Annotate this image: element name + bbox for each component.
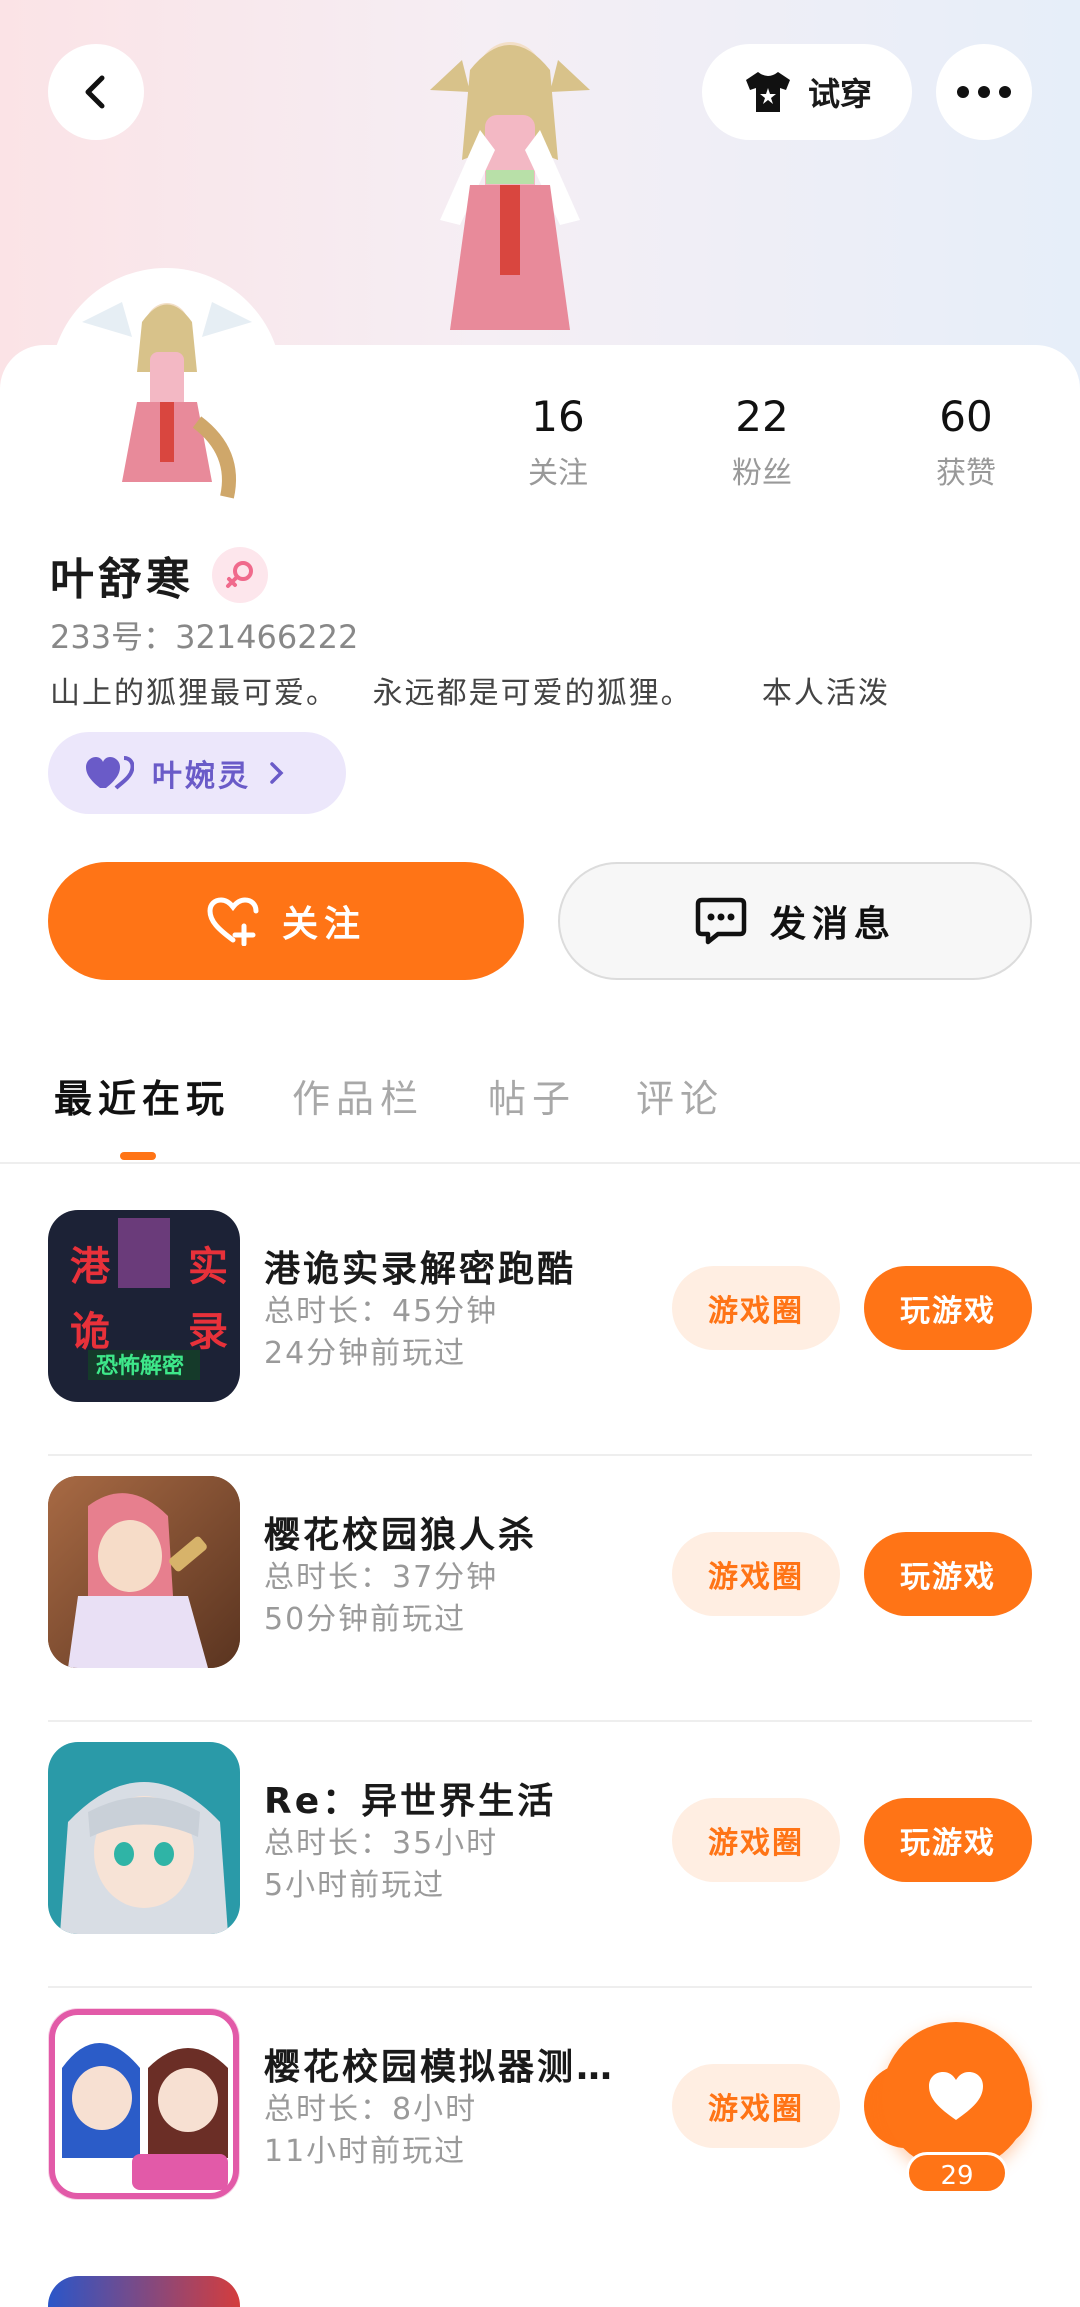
tab-works[interactable]: 作品栏 [292, 1068, 424, 1123]
relationship-name: 叶婉灵 [152, 759, 251, 794]
svg-text:实: 实 [188, 1244, 228, 1290]
game-title: 港诡实录解密跑酷 [264, 1249, 577, 1290]
stat-value: 60 [939, 392, 993, 441]
game-list-item[interactable]: 樱花校园狼人杀 总时长：37分钟 50分钟前玩过 游戏圈 玩游戏 [48, 1456, 1032, 1722]
game-title: Re：异世界生活 [264, 1781, 557, 1822]
double-heart-icon [86, 756, 134, 790]
follow-button[interactable]: 关注 [48, 862, 524, 980]
game-title: 樱花校园狼人杀 [264, 1515, 538, 1556]
stat-label: 获赞 [936, 456, 996, 491]
game-last-played: 5小时前玩过 [264, 1868, 446, 1903]
svg-text:诡: 诡 [70, 1309, 110, 1355]
follow-label: 关注 [281, 904, 366, 945]
game-circle-button[interactable]: 游戏圈 [672, 1532, 840, 1616]
more-options-button[interactable] [936, 44, 1032, 140]
tab-recently-played[interactable]: 最近在玩 [54, 1068, 230, 1123]
heart-plus-icon [207, 897, 259, 946]
name-row: 叶舒寒 [50, 543, 268, 607]
play-game-button[interactable]: 玩游戏 [864, 1798, 1032, 1882]
play-game-button[interactable]: 玩游戏 [864, 1532, 1032, 1616]
chevron-left-icon [85, 75, 105, 109]
game-title: 樱花校园模拟器测… [264, 2047, 616, 2088]
svg-text:录: 录 [188, 1309, 228, 1355]
back-button[interactable] [48, 44, 144, 140]
like-count-badge: 29 [906, 2152, 1008, 2194]
female-gender-badge [212, 547, 268, 603]
svg-text:港: 港 [70, 1244, 111, 1290]
female-icon [226, 561, 253, 588]
tab-comments[interactable]: 评论 [636, 1068, 724, 1123]
game-circle-button[interactable]: 游戏圈 [672, 2064, 840, 2148]
game-duration: 总时长：8小时 [264, 2092, 478, 2127]
play-game-button[interactable]: 玩游戏 [864, 1266, 1032, 1350]
game-last-played: 50分钟前玩过 [264, 1602, 467, 1637]
stat-value: 22 [735, 392, 789, 441]
game-circle-button[interactable]: 游戏圈 [672, 1798, 840, 1882]
svg-text:恐怖解密: 恐怖解密 [96, 1353, 184, 1379]
tab-posts[interactable]: 帖子 [488, 1068, 576, 1123]
stat-followers[interactable]: 22 粉丝 [682, 392, 842, 492]
active-tab-indicator [120, 1152, 156, 1160]
send-message-button[interactable]: 发消息 [558, 862, 1032, 980]
game-thumbnail[interactable] [48, 1742, 240, 1934]
game-thumbnail[interactable] [48, 2008, 240, 2200]
game-list-item[interactable]: Re：异世界生活 总时长：35小时 5小时前玩过 游戏圈 玩游戏 [48, 1722, 1032, 1988]
stat-label: 粉丝 [732, 456, 792, 491]
game-duration: 总时长：37分钟 [264, 1560, 499, 1595]
character-3d-model [430, 42, 590, 330]
game-circle-button[interactable]: 游戏圈 [672, 1266, 840, 1350]
user-bio[interactable]: 山上的狐狸最可爱。 永远都是可爱的狐狸。 本人活泼 [50, 668, 1050, 712]
chat-bubble-icon [695, 897, 747, 945]
more-horizontal-icon [957, 86, 1011, 98]
game-thumbnail[interactable] [48, 1476, 240, 1668]
user-name: 叶舒寒 [50, 554, 194, 605]
chevron-right-icon [270, 762, 284, 784]
stat-likes[interactable]: 60 获赞 [886, 392, 1046, 492]
game-thumbnail-partial[interactable] [48, 2276, 240, 2307]
game-last-played: 11小时前玩过 [264, 2134, 467, 2169]
floating-like-button[interactable] [882, 2022, 1030, 2170]
relationship-chip[interactable]: 叶婉灵 [48, 732, 346, 814]
game-duration: 总时长：45分钟 [264, 1294, 499, 1329]
stat-following[interactable]: 16 关注 [478, 392, 638, 492]
heart-icon [929, 2072, 983, 2120]
user-id: 233号：321466222 [50, 618, 359, 656]
send-message-label: 发消息 [769, 904, 896, 945]
game-list-item[interactable]: 港 实 诡 录 恐怖解密 港诡实录解密跑酷 总时长：45分钟 24分钟前玩过 游… [48, 1190, 1032, 1456]
try-on-label: 试穿 [807, 75, 872, 113]
game-thumbnail[interactable]: 港 实 诡 录 恐怖解密 [48, 1210, 240, 1402]
tshirt-icon [745, 72, 790, 112]
game-list-item[interactable]: 樱花校园模拟器测… 总时长：8小时 11小时前玩过 游戏圈 玩游戏 [48, 1988, 1032, 2254]
game-last-played: 24分钟前玩过 [264, 1336, 467, 1371]
game-duration: 总时长：35小时 [264, 1826, 499, 1861]
stat-label: 关注 [528, 456, 588, 491]
avatar[interactable] [62, 282, 272, 502]
stat-value: 16 [531, 392, 585, 441]
profile-tabs: 最近在玩 作品栏 帖子 评论 [0, 1060, 1080, 1164]
try-on-button[interactable]: 试穿 [702, 44, 912, 140]
